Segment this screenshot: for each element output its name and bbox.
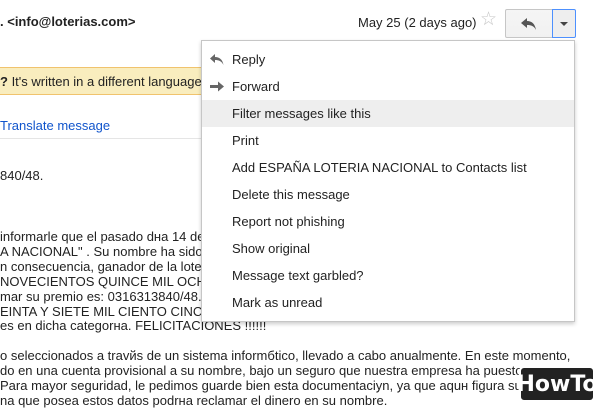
menu-item-delete-message[interactable]: Delete this message: [202, 181, 574, 208]
menu-item-filter-messages[interactable]: Filter messages like this: [202, 100, 574, 127]
body-line: mar su premio es: 0316313840/48.: [0, 289, 202, 304]
body-line: EINTA Y SIETE MIL CIENTO CINC: [0, 304, 203, 319]
menu-item-forward[interactable]: Forward: [202, 73, 574, 100]
menu-item-report-not-phishing[interactable]: Report not phishing: [202, 208, 574, 235]
language-notice-prefix: ?: [0, 74, 8, 89]
body-line: 840/48.: [0, 168, 44, 183]
menu-item-label: Filter messages like this: [232, 106, 371, 121]
howto-watermark-logo: HowTo: [516, 366, 598, 402]
language-notice-bar: ? It's written in a different language: [0, 67, 215, 95]
menu-item-label: Mark as unread: [232, 295, 323, 310]
chevron-down-icon: [560, 21, 568, 26]
body-line: Para mayor seguridad, le pedimos guarde …: [0, 378, 570, 393]
translate-message-link[interactable]: Translate message: [0, 118, 110, 133]
reply-icon: [210, 54, 224, 65]
divider: [0, 138, 210, 139]
star-icon[interactable]: ☆: [480, 10, 497, 29]
body-line: A NACIONAL" . Su nombre ha sido: [0, 244, 203, 259]
menu-item-reply[interactable]: Reply: [202, 46, 574, 73]
body-line: informarle que el pasado dнa 14 de: [0, 229, 205, 244]
menu-item-message-text-garbled[interactable]: Message text garbled?: [202, 262, 574, 289]
forward-icon: [210, 81, 224, 92]
menu-item-label: Message text garbled?: [232, 268, 364, 283]
menu-item-label: Forward: [232, 79, 280, 94]
body-line: n consecuencia, ganador de la loter: [0, 259, 206, 274]
language-notice-text: It's written in a different language: [7, 74, 202, 89]
message-date: May 25 (2 days ago): [358, 15, 477, 30]
menu-item-mark-as-unread[interactable]: Mark as unread: [202, 289, 574, 316]
more-actions-menu: Reply Forward Filter messages like this …: [201, 40, 575, 322]
reply-button[interactable]: [505, 9, 553, 38]
body-line: NOVECIENTOS QUINCE MIL OCH: [0, 274, 206, 289]
body-line: do en una cuenta provisional a su nombre…: [0, 363, 551, 378]
menu-item-label: Show original: [232, 241, 311, 256]
menu-item-print[interactable]: Print: [202, 127, 574, 154]
menu-item-label: Delete this message: [232, 187, 350, 202]
more-actions-button[interactable]: [552, 9, 576, 38]
menu-item-show-original[interactable]: Show original: [202, 235, 574, 262]
body-line: na que posea estos datos podrнa reclamar…: [0, 393, 388, 408]
body-line: o seleccionados a travйs de un sistema i…: [0, 348, 571, 363]
menu-item-label: Add ESPAÑA LOTERIA NACIONAL to Contacts …: [232, 160, 527, 175]
reply-arrow-icon: [521, 17, 536, 30]
menu-item-label: Reply: [232, 52, 266, 67]
menu-item-add-to-contacts[interactable]: Add ESPAÑA LOTERIA NACIONAL to Contacts …: [202, 154, 574, 181]
sender-address: . <info@loterias.com>: [0, 14, 136, 29]
menu-item-label: Print: [232, 133, 259, 148]
menu-item-label: Report not phishing: [232, 214, 345, 229]
